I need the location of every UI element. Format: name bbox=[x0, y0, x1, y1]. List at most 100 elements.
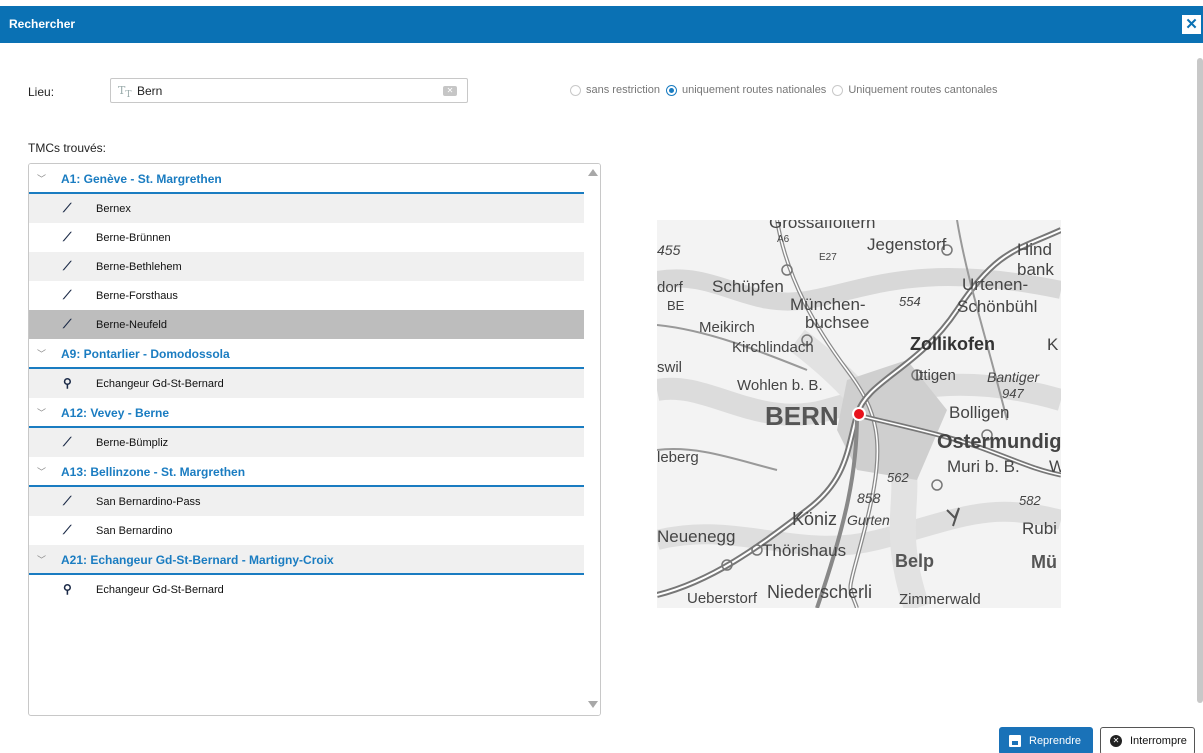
group-title: A21: Echangeur Gd-St-Bernard - Martigny-… bbox=[61, 553, 334, 567]
scroll-up-arrow-icon[interactable] bbox=[588, 169, 598, 176]
radio-routes-nationales[interactable]: uniquement routes nationales bbox=[665, 84, 826, 96]
group-title: A13: Bellinzone - St. Margrethen bbox=[61, 465, 246, 479]
map-label: E27 bbox=[819, 252, 837, 263]
group-header[interactable]: ﹀ A13: Bellinzone - St. Margrethen bbox=[29, 457, 585, 487]
tmc-results-list[interactable]: ﹀ A1: Genève - St. Margrethen ⟋ Bernex ⟋… bbox=[28, 163, 601, 716]
group-header[interactable]: ﹀ A21: Echangeur Gd-St-Bernard - Martign… bbox=[29, 545, 585, 575]
location-map[interactable]: Grossaffoltern Jegenstorf Hind bank 455 … bbox=[657, 220, 1061, 608]
chevron-down-icon[interactable]: ﹀ bbox=[37, 172, 46, 185]
map-label: Urtenen- bbox=[962, 275, 1028, 294]
group-header[interactable]: ﹀ A1: Genève - St. Margrethen bbox=[29, 164, 585, 194]
map-label: Belp bbox=[895, 551, 934, 571]
map-svg: Grossaffoltern Jegenstorf Hind bank 455 … bbox=[657, 220, 1061, 608]
map-label: Zimmerwald bbox=[899, 591, 981, 608]
lieu-label: Lieu: bbox=[28, 85, 55, 99]
road-exit-icon: ⟋ bbox=[63, 259, 72, 273]
road-exit-icon: ⟋ bbox=[63, 317, 72, 331]
map-label: Thörishaus bbox=[762, 541, 846, 560]
list-item[interactable]: ⟋ San Bernardino bbox=[29, 516, 585, 545]
map-label: Gurten bbox=[847, 512, 890, 528]
cancel-circle-icon: ✕ bbox=[1110, 735, 1122, 747]
radio-sans-restriction[interactable]: sans restriction bbox=[570, 84, 660, 96]
list-item-label: Berne-Neufeld bbox=[96, 319, 167, 331]
map-label: K bbox=[1047, 335, 1059, 354]
interchange-icon: ⚲ bbox=[63, 376, 72, 390]
clear-input-icon[interactable]: ✕ bbox=[443, 86, 457, 96]
map-label: Bolligen bbox=[949, 403, 1010, 422]
map-label: Muri b. B. bbox=[947, 457, 1020, 476]
road-exit-icon: ⟋ bbox=[63, 201, 72, 215]
map-label: Niederscherli bbox=[767, 582, 872, 602]
map-label: München- bbox=[790, 295, 866, 314]
map-label: BERN bbox=[765, 401, 839, 431]
road-exit-icon: ⟋ bbox=[63, 288, 72, 302]
reprendre-button[interactable]: Reprendre bbox=[999, 727, 1093, 753]
chevron-down-icon[interactable]: ﹀ bbox=[37, 406, 46, 419]
map-label: Bantiger bbox=[987, 369, 1040, 385]
list-scrollbar[interactable] bbox=[584, 164, 600, 715]
radio-routes-cantonales[interactable]: Uniquement routes cantonales bbox=[832, 84, 998, 96]
map-label: Köniz bbox=[792, 509, 837, 529]
map-label: Ostermundig bbox=[937, 431, 1061, 453]
location-search-input[interactable] bbox=[137, 82, 437, 99]
radio-label: sans restriction bbox=[586, 84, 660, 96]
map-label: W bbox=[1049, 457, 1061, 476]
list-item-label: Berne-Bethlehem bbox=[96, 261, 182, 273]
group-header[interactable]: ﹀ A9: Pontarlier - Domodossola bbox=[29, 339, 585, 369]
list-item[interactable]: ⚲ Echangeur Gd-St-Bernard bbox=[29, 369, 585, 398]
list-item-selected[interactable]: ⟋ Berne-Neufeld bbox=[29, 310, 585, 339]
map-label: 947 bbox=[1002, 386, 1024, 401]
list-item[interactable]: ⟋ Berne-Forsthaus bbox=[29, 281, 585, 310]
tmc-results-items: ﹀ A1: Genève - St. Margrethen ⟋ Bernex ⟋… bbox=[29, 164, 585, 604]
interrompre-label: Interrompre bbox=[1130, 735, 1187, 747]
map-label: 562 bbox=[887, 470, 909, 485]
page-scrollbar[interactable] bbox=[1197, 44, 1203, 720]
map-label: A6 bbox=[777, 234, 790, 245]
map-label: Schönbühl bbox=[957, 297, 1037, 316]
scroll-down-arrow-icon[interactable] bbox=[588, 701, 598, 708]
list-item[interactable]: ⟋ Berne-Bethlehem bbox=[29, 252, 585, 281]
group-header[interactable]: ﹀ A12: Vevey - Berne bbox=[29, 398, 585, 428]
save-icon bbox=[1009, 735, 1021, 747]
close-icon[interactable]: ✕ bbox=[1182, 15, 1201, 34]
list-item[interactable]: ⟋ Berne-Bümpliz bbox=[29, 428, 585, 457]
map-label: 554 bbox=[899, 294, 921, 309]
list-item[interactable]: ⟋ Bernex bbox=[29, 194, 585, 223]
chevron-down-icon[interactable]: ﹀ bbox=[37, 465, 46, 478]
radio-button[interactable] bbox=[570, 84, 581, 96]
chevron-down-icon[interactable]: ﹀ bbox=[37, 553, 46, 566]
radio-button[interactable] bbox=[665, 84, 677, 96]
map-label: swil bbox=[657, 359, 682, 376]
map-label: Rubi bbox=[1022, 519, 1057, 538]
map-label: Mü bbox=[1031, 552, 1057, 572]
map-label: 858 bbox=[857, 490, 881, 506]
chevron-down-icon[interactable]: ﹀ bbox=[37, 347, 46, 360]
list-item[interactable]: ⟋ San Bernardino-Pass bbox=[29, 487, 585, 516]
list-item-label: San Bernardino-Pass bbox=[96, 496, 201, 508]
map-label: Kirchlindach bbox=[732, 339, 814, 356]
map-label: Neuenegg bbox=[657, 527, 735, 546]
list-item-label: Bernex bbox=[96, 203, 131, 215]
map-label: Jegenstorf bbox=[867, 235, 947, 254]
location-search-field[interactable]: TT ✕ bbox=[110, 78, 468, 103]
page-scrollbar-thumb[interactable] bbox=[1197, 58, 1203, 703]
list-item-label: Berne-Forsthaus bbox=[96, 290, 178, 302]
map-label: Hind bbox=[1017, 240, 1052, 259]
radio-button[interactable] bbox=[832, 84, 844, 96]
radio-label: Uniquement routes cantonales bbox=[848, 84, 998, 96]
map-label: Schüpfen bbox=[712, 277, 784, 296]
map-label: dorf bbox=[657, 279, 684, 296]
list-item[interactable]: ⟋ Berne-Brünnen bbox=[29, 223, 585, 252]
list-item[interactable]: ⚲ Echangeur Gd-St-Bernard bbox=[29, 575, 585, 604]
interrompre-button[interactable]: ✕ Interrompre bbox=[1100, 727, 1195, 753]
map-label: 455 bbox=[657, 242, 681, 258]
map-label: Wohlen b. B. bbox=[737, 377, 823, 394]
road-exit-icon: ⟋ bbox=[63, 523, 72, 537]
list-item-label: Echangeur Gd-St-Bernard bbox=[96, 584, 224, 596]
group-title: A1: Genève - St. Margrethen bbox=[61, 172, 222, 186]
road-exit-icon: ⟋ bbox=[63, 435, 72, 449]
interchange-icon: ⚲ bbox=[63, 582, 72, 596]
map-label: leberg bbox=[657, 449, 699, 466]
results-label: TMCs trouvés: bbox=[28, 141, 107, 155]
list-item-label: San Bernardino bbox=[96, 525, 173, 537]
